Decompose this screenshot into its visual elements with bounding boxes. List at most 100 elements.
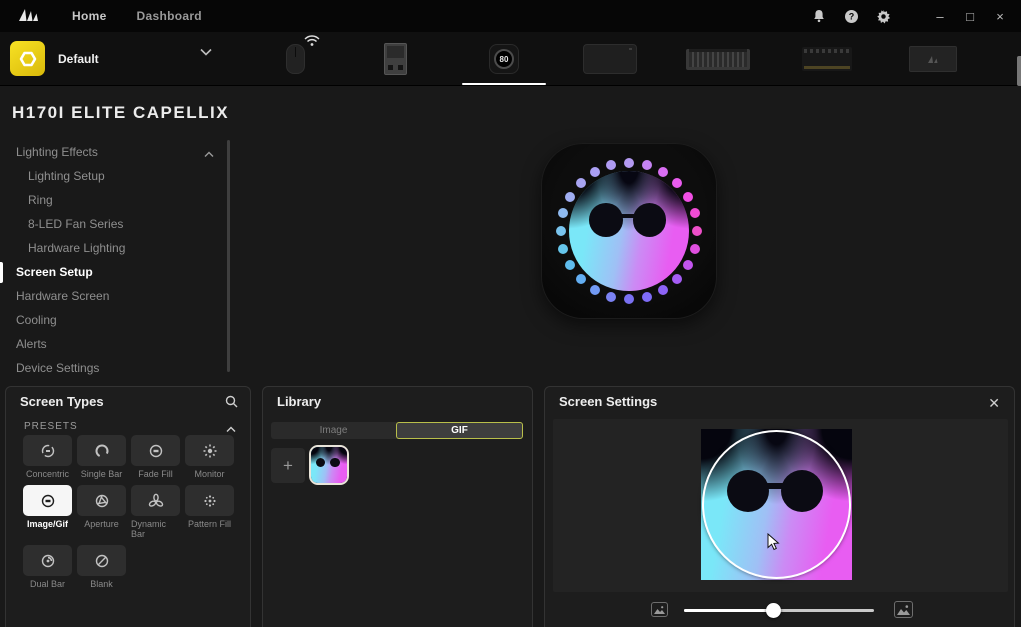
- preset-blank[interactable]: Blank: [77, 545, 126, 589]
- chevron-down-icon[interactable]: [200, 43, 212, 61]
- mousepad-icon: [583, 44, 637, 74]
- profile-selector[interactable]: Default: [10, 41, 99, 76]
- led-dot: [556, 226, 566, 236]
- minimize-button[interactable]: –: [933, 9, 947, 24]
- led-dot: [642, 160, 652, 170]
- device-wireless-mouse[interactable]: [253, 32, 337, 86]
- search-icon[interactable]: [225, 395, 238, 413]
- sidebar-item-alerts[interactable]: Alerts: [0, 332, 226, 356]
- sidebar-item-ring[interactable]: Ring: [0, 188, 226, 212]
- sidebar-item-label: Hardware Lighting: [28, 241, 125, 255]
- device-mousepad[interactable]: [568, 32, 652, 86]
- image-large-icon: [894, 601, 913, 618]
- cooler-cap-preview: [541, 143, 717, 319]
- preset-concentric[interactable]: Concentric: [23, 435, 72, 479]
- cat-gif-thumbnail[interactable]: [309, 445, 349, 485]
- tab-image[interactable]: Image: [271, 422, 396, 439]
- device-scroll-indicator[interactable]: [1017, 56, 1021, 86]
- preset-dual-bar[interactable]: Dual Bar: [23, 545, 72, 589]
- page-title: H170I ELITE CAPELLIX: [12, 103, 229, 123]
- preset-image-gif[interactable]: Image/Gif: [23, 485, 72, 539]
- mouse-cursor: [765, 533, 781, 556]
- nav-dashboard[interactable]: Dashboard: [137, 9, 202, 23]
- help-icon[interactable]: ?: [843, 8, 859, 24]
- blank-icon: [77, 545, 126, 576]
- sidebar-item-label: Device Settings: [16, 361, 99, 375]
- device-keyboard[interactable]: [676, 32, 760, 86]
- keyboard-icon: [686, 49, 750, 70]
- maximize-button[interactable]: □: [963, 9, 977, 24]
- sidebar-item-hardware-screen[interactable]: Hardware Screen: [0, 284, 226, 308]
- usb-dongle-icon: [384, 43, 407, 75]
- device-bar: Default 80: [0, 32, 1021, 86]
- sidebar-item-label: Screen Setup: [16, 265, 93, 279]
- presets-section-label: PRESETS: [24, 421, 78, 432]
- tab-gif[interactable]: GIF: [396, 422, 523, 439]
- zoom-slider-handle[interactable]: [766, 603, 781, 618]
- sunglasses-lens: [330, 458, 339, 467]
- settings-gear-icon[interactable]: [875, 8, 891, 24]
- sidebar-item-cooling[interactable]: Cooling: [0, 308, 226, 332]
- screen-settings-title: Screen Settings: [559, 394, 657, 409]
- aio-cooler-icon: 80: [489, 44, 519, 74]
- profile-name: Default: [58, 52, 99, 66]
- image-small-icon: [651, 602, 668, 617]
- sidebar-item-lighting-setup[interactable]: Lighting Setup: [0, 164, 226, 188]
- close-icon[interactable]: ✕: [988, 395, 1000, 412]
- pattern-fill-icon: [185, 485, 234, 516]
- preset-monitor[interactable]: Monitor: [185, 435, 234, 479]
- preset-dynamic-bar[interactable]: Dynamic Bar: [131, 485, 180, 539]
- sidebar-item-screen-setup[interactable]: Screen Setup: [0, 260, 226, 284]
- sunglasses-lens: [589, 203, 623, 237]
- icue-window: Home Dashboard ? – □ × Default: [0, 0, 1021, 627]
- device-accessory[interactable]: [891, 32, 975, 86]
- sidebar-item-label: Cooling: [16, 313, 57, 327]
- led-dot: [624, 294, 634, 304]
- preset-aperture[interactable]: Aperture: [77, 485, 126, 539]
- zoom-slider-fill: [684, 609, 773, 612]
- screen-types-title: Screen Types: [20, 394, 104, 409]
- preset-fade-fill[interactable]: Fade Fill: [131, 435, 180, 479]
- led-dot: [606, 160, 616, 170]
- fade-fill-icon: [131, 435, 180, 466]
- image-crop-preview[interactable]: [553, 419, 1008, 592]
- add-media-button[interactable]: +: [271, 448, 305, 483]
- preset-pattern-fill[interactable]: Pattern Fill: [185, 485, 234, 539]
- cat-gif-artwork: [569, 171, 689, 291]
- preset-label: Dynamic Bar: [131, 519, 180, 539]
- zoom-slider-track[interactable]: [684, 609, 874, 612]
- device-usb-dongle[interactable]: [353, 32, 437, 86]
- sidebar-item-label: Lighting Setup: [28, 169, 105, 183]
- device-memory-module[interactable]: [785, 32, 869, 86]
- sidebar-item-device-settings[interactable]: Device Settings: [0, 356, 226, 380]
- aperture-icon: [77, 485, 126, 516]
- sidebar-item-label: Ring: [28, 193, 53, 207]
- sidebar-item-hardware-lighting[interactable]: Hardware Lighting: [0, 236, 226, 260]
- sidebar: Lighting Effects Lighting Setup Ring 8-L…: [0, 140, 226, 380]
- device-aio-cooler[interactable]: 80: [462, 32, 546, 86]
- dual-bar-icon: [23, 545, 72, 576]
- nav-home[interactable]: Home: [72, 9, 107, 23]
- sidebar-item-8led-fan-series[interactable]: 8-LED Fan Series: [0, 212, 226, 236]
- led-dot: [558, 244, 568, 254]
- titlebar: Home Dashboard ? – □ ×: [0, 0, 1021, 32]
- sidebar-item-lighting-effects[interactable]: Lighting Effects: [0, 140, 226, 164]
- chevron-up-icon[interactable]: [204, 147, 214, 161]
- concentric-icon: [23, 435, 72, 466]
- dynamic-bar-icon: [131, 485, 180, 516]
- notifications-bell-icon[interactable]: [811, 8, 827, 24]
- led-dot: [642, 292, 652, 302]
- sidebar-scrollbar[interactable]: [227, 140, 230, 372]
- sidebar-item-label: Lighting Effects: [16, 145, 98, 159]
- crop-circle-overlay[interactable]: [702, 430, 851, 579]
- preset-label: Pattern Fill: [188, 519, 231, 529]
- preset-label: Blank: [90, 579, 113, 589]
- sunglasses-lens: [633, 203, 667, 237]
- screen-settings-panel: Screen Settings ✕: [544, 386, 1015, 627]
- cooler-screen-preview: [569, 171, 689, 291]
- library-tab-bar: Image GIF: [271, 422, 523, 439]
- close-button[interactable]: ×: [993, 9, 1007, 24]
- pump-screen-value: 80: [494, 49, 514, 69]
- zoom-slider-row: [545, 600, 1016, 622]
- preset-single-bar[interactable]: Single Bar: [77, 435, 126, 479]
